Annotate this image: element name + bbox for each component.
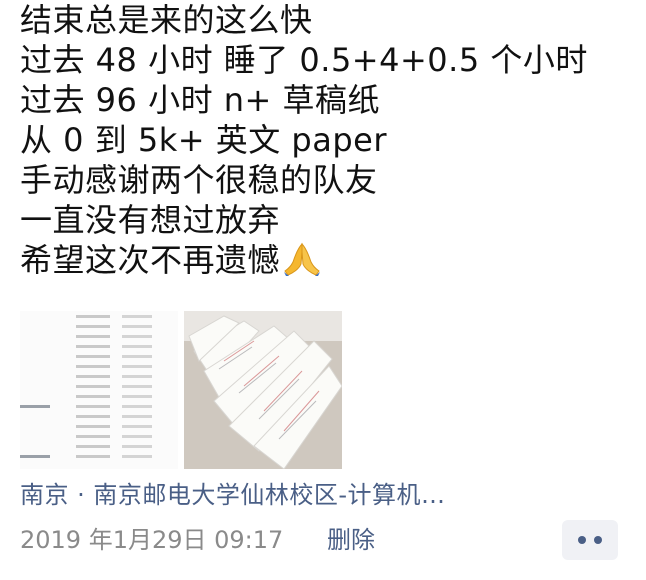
pray-hands-icon bbox=[284, 242, 321, 276]
post-text: 结束总是来的这么快 过去 48 小时 睡了 0.5+4+0.5 个小时 过去 9… bbox=[20, 0, 630, 280]
more-dot-icon bbox=[578, 536, 586, 544]
post-line-4: 从 0 到 5k+ 英文 paper bbox=[20, 121, 388, 159]
post-line-6: 一直没有想过放弃 bbox=[20, 201, 281, 239]
post-line-2: 过去 48 小时 睡了 0.5+4+0.5 个小时 bbox=[20, 41, 588, 79]
photo-thumbnail-papers[interactable] bbox=[184, 311, 342, 469]
location-link[interactable]: 南京 · 南京邮电大学仙林校区-计算机… bbox=[20, 477, 446, 513]
post-line-5: 手动感谢两个很稳的队友 bbox=[20, 161, 378, 199]
photo-thumbnail-file-list[interactable] bbox=[20, 311, 178, 469]
more-options-button[interactable] bbox=[562, 520, 618, 560]
post-line-7: 希望这次不再遗憾 bbox=[20, 240, 630, 280]
post-line-7-text: 希望这次不再遗憾 bbox=[20, 241, 281, 279]
photo-grid bbox=[20, 311, 342, 469]
post-line-3: 过去 96 小时 n+ 草稿纸 bbox=[20, 81, 381, 119]
post-line-1: 结束总是来的这么快 bbox=[20, 1, 313, 39]
delete-button[interactable]: 删除 bbox=[327, 522, 375, 558]
papers-photo-image bbox=[184, 311, 342, 469]
more-dot-icon bbox=[594, 536, 602, 544]
post-timestamp: 2019 年1月29日 09:17 bbox=[20, 526, 284, 554]
post-meta: 2019 年1月29日 09:17 删除 bbox=[20, 522, 375, 558]
